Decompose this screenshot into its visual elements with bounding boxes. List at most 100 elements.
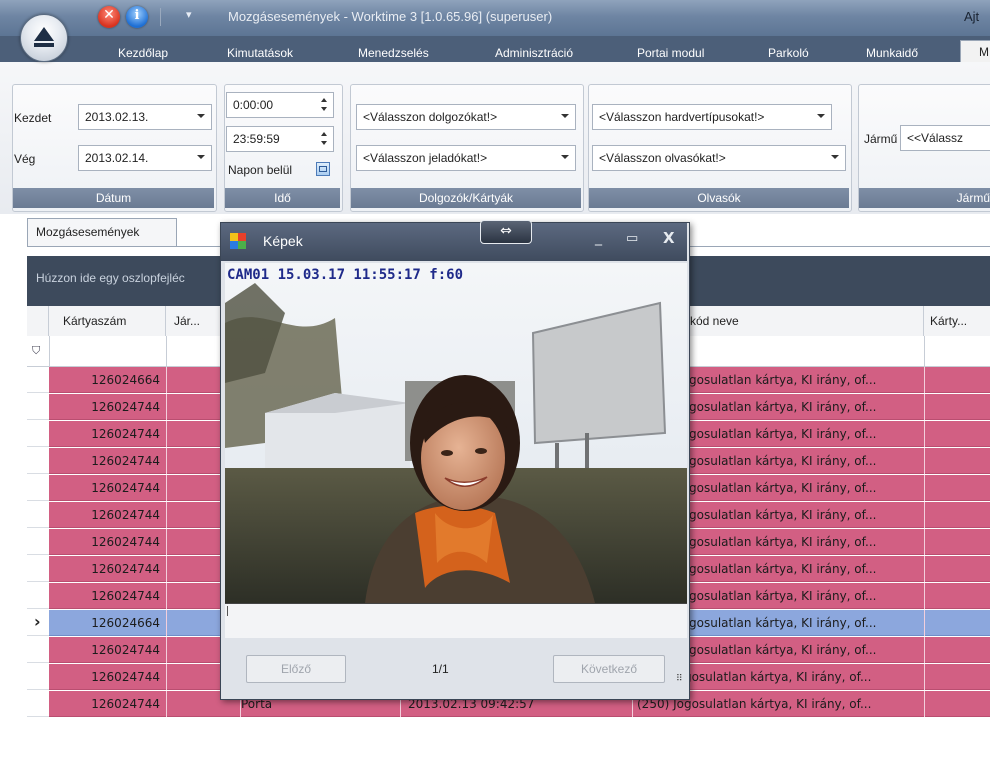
column-header-card-type[interactable]: Kárty... xyxy=(924,306,990,336)
camera-timestamp: CAM01 15.03.17 11:55:17 f:60 xyxy=(227,267,464,283)
camera-snapshot-image xyxy=(225,263,687,603)
column-divider xyxy=(166,367,167,393)
vehicle-group-label: Jármű xyxy=(859,188,990,208)
vehicle-dropdown[interactable]: <<Válassz xyxy=(900,125,990,151)
close-button[interactable]: X xyxy=(663,229,675,247)
column-header-code-name[interactable]: kód neve xyxy=(686,306,924,336)
column-divider xyxy=(924,664,925,690)
tab-kimutatasok[interactable]: Kimutatások xyxy=(227,46,293,60)
readers-group-label: Olvasók xyxy=(589,188,849,208)
employees-dropdown[interactable]: <Válasszon dolgozókat!> xyxy=(356,104,576,130)
chevron-down-icon[interactable]: ▾ xyxy=(186,8,192,21)
next-button[interactable]: Következő xyxy=(553,655,665,683)
chevron-down-icon xyxy=(831,155,839,159)
cell-code-name: gosulatlan kártya, KI irány, of... xyxy=(689,508,877,522)
time-from-spinner[interactable]: 0:00:00 xyxy=(226,92,334,118)
minimize-button[interactable]: _ xyxy=(595,230,602,246)
column-divider xyxy=(924,448,925,474)
cell-code-name: gosulatlan kártya, KI irány, of... xyxy=(689,400,877,414)
tab-portai-modul[interactable]: Portai modul xyxy=(637,46,704,60)
cell-code-name: gosulatlan kártya, KI irány, of... xyxy=(689,535,877,549)
column-header-card-number[interactable]: Kártyaszám xyxy=(49,306,166,336)
end-date-picker[interactable]: 2013.02.14. xyxy=(78,145,212,171)
chevron-down-icon xyxy=(561,155,569,159)
eject-icon xyxy=(34,27,54,41)
cell-card-number: 126024664 xyxy=(91,616,160,630)
previous-button[interactable]: Előző xyxy=(246,655,346,683)
row-indicator-header xyxy=(27,306,49,336)
column-divider xyxy=(166,394,167,420)
time-group-label: Idő xyxy=(225,188,340,208)
quick-info-button[interactable]: i xyxy=(126,6,148,28)
cell-card-number: 126024744 xyxy=(91,670,160,684)
date-group-label: Dátum xyxy=(13,188,214,208)
start-date-label: Kezdet xyxy=(14,111,52,125)
cell-card-number: 126024744 xyxy=(91,454,160,468)
tab-mozgasesemenyek[interactable]: Mozgásesemények xyxy=(27,218,177,246)
current-row-icon: › xyxy=(34,612,41,631)
cell-card-number: 126024744 xyxy=(91,481,160,495)
column-divider xyxy=(166,664,167,690)
cell-code-name: gosulatlan kártya, KI irány, of... xyxy=(689,562,877,576)
cell-card-number: 126024744 xyxy=(91,643,160,657)
hardware-dropdown[interactable]: <Válasszon hardvertípusokat!> xyxy=(592,104,832,130)
tab-munkaido[interactable]: Munkaidő xyxy=(866,46,918,60)
tab-parkolo[interactable]: Parkoló xyxy=(768,46,809,60)
employees-value: <Válasszon dolgozókat!> xyxy=(363,110,498,124)
column-divider xyxy=(924,421,925,447)
cell-code-name: gosulatlan kártya, KI irány, of... xyxy=(689,481,877,495)
readers-dropdown[interactable]: <Válasszon olvasókat!> xyxy=(592,145,846,171)
window-title-right: Ajt xyxy=(964,9,980,24)
cell-card-number: 126024744 xyxy=(91,697,160,711)
text-cursor xyxy=(227,606,228,616)
tab-menedzseles[interactable]: Menedzselés xyxy=(358,46,429,60)
spin-down-icon[interactable] xyxy=(321,107,327,111)
column-divider xyxy=(166,529,167,555)
vehicle-label: Jármű xyxy=(864,132,898,146)
time-to-value: 23:59:59 xyxy=(233,132,280,146)
signals-dropdown[interactable]: <Válasszon jeladókat!> xyxy=(356,145,576,171)
spin-up-icon[interactable] xyxy=(321,98,327,102)
time-to-spinner[interactable]: 23:59:59 xyxy=(226,126,334,152)
column-divider xyxy=(166,448,167,474)
column-divider xyxy=(49,336,50,366)
column-divider xyxy=(924,610,925,636)
chevron-down-icon xyxy=(197,155,205,159)
tab-active-m[interactable]: M xyxy=(960,40,990,62)
column-divider xyxy=(924,583,925,609)
hardware-value: <Válasszon hardvertípusokat!> xyxy=(599,110,765,124)
quick-close-button[interactable]: ✕ xyxy=(98,6,120,28)
resize-arrows-icon[interactable]: ⇔ xyxy=(480,220,532,244)
column-divider xyxy=(166,637,167,663)
page-counter: 1/1 xyxy=(432,662,449,676)
column-divider xyxy=(924,637,925,663)
maximize-button[interactable]: ▭ xyxy=(626,231,638,246)
cell-card-number: 126024664 xyxy=(91,373,160,387)
cell-code-name: gosulatlan kártya, KI irány, of... xyxy=(689,643,877,657)
column-divider xyxy=(924,475,925,501)
cell-card-number: 126024744 xyxy=(91,400,160,414)
cell-code-name: gosulatlan kártya, KI irány, of... xyxy=(689,616,877,630)
image-caption-area xyxy=(225,603,687,638)
spin-up-icon[interactable] xyxy=(321,132,327,136)
app-menu-button[interactable] xyxy=(20,14,68,62)
vehicle-value: <<Válassz xyxy=(907,131,964,145)
window-title: Mozgásesemények - Worktime 3 [1.0.65.96]… xyxy=(228,9,553,24)
cell-code-name: gosulatlan kártya, KI irány, of... xyxy=(689,373,877,387)
group-by-hint: Húzzon ide egy oszlopfejléc xyxy=(36,271,185,285)
chevron-down-icon xyxy=(817,114,825,118)
resize-grip-icon[interactable]: ⠿ xyxy=(676,675,683,684)
column-divider xyxy=(166,502,167,528)
cell-card-number: 126024744 xyxy=(91,589,160,603)
column-divider xyxy=(166,556,167,582)
same-day-checkbox[interactable] xyxy=(316,162,330,176)
end-date-value: 2013.02.14. xyxy=(85,151,149,165)
checkbox-icon xyxy=(319,166,327,172)
tab-kezdolap[interactable]: Kezdőlap xyxy=(118,46,168,60)
spin-down-icon[interactable] xyxy=(321,141,327,145)
start-date-picker[interactable]: 2013.02.13. xyxy=(78,104,212,130)
column-divider xyxy=(924,691,925,717)
tab-adminisztracio[interactable]: Adminisztráció xyxy=(495,46,573,60)
filter-icon[interactable]: ⛉ xyxy=(32,344,40,358)
cell-card-number: 126024744 xyxy=(91,562,160,576)
